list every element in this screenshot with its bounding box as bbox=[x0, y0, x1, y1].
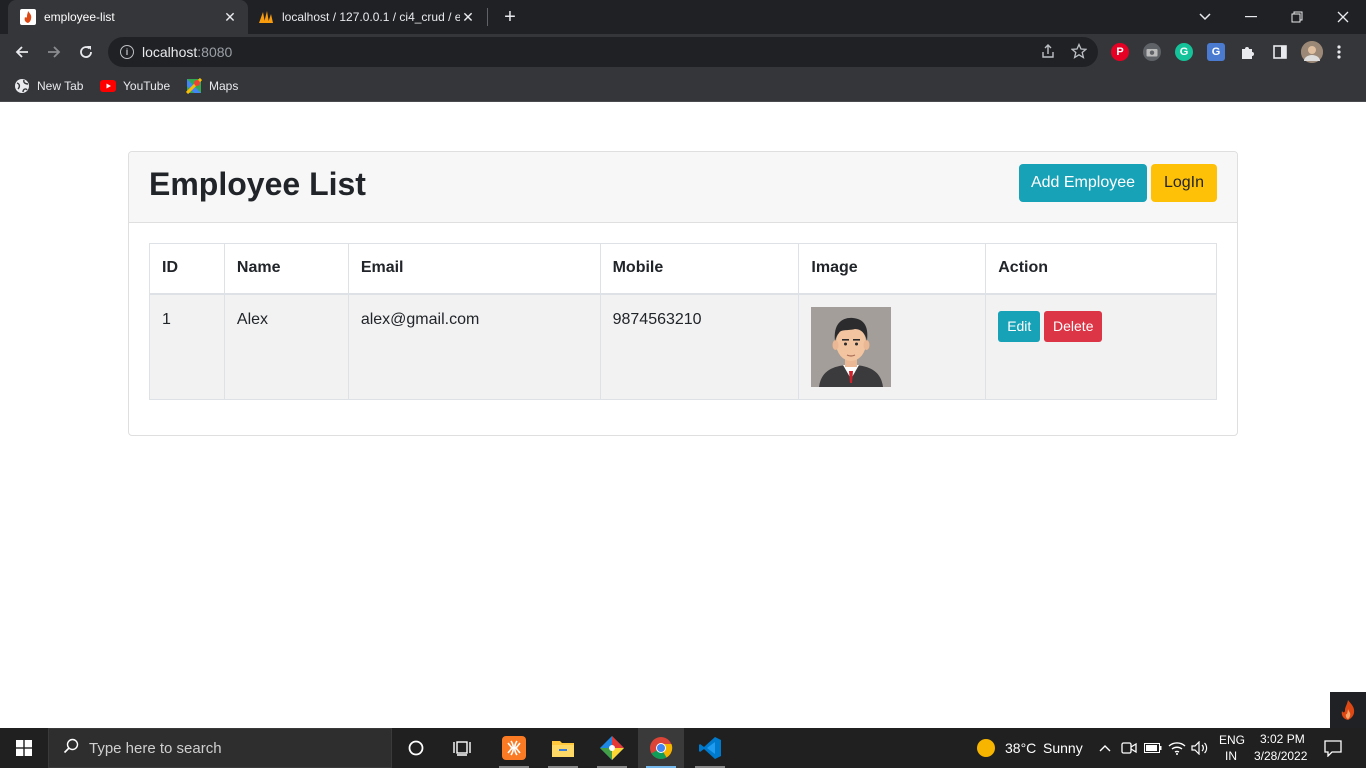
bookmark-label: Maps bbox=[209, 79, 239, 93]
weather-temperature[interactable]: 38°C bbox=[1005, 740, 1036, 756]
sun-weather-icon[interactable] bbox=[976, 738, 996, 758]
grammarly-extension-icon[interactable]: G bbox=[1175, 43, 1193, 61]
clock-date[interactable]: 3/28/2022 bbox=[1254, 749, 1307, 763]
phpmyadmin-icon bbox=[258, 9, 274, 25]
git-kraken-icon[interactable] bbox=[589, 728, 635, 768]
weather-condition[interactable]: Sunny bbox=[1043, 740, 1083, 756]
bookmark-label: New Tab bbox=[37, 79, 84, 93]
translate-extension-icon[interactable]: G bbox=[1207, 43, 1225, 61]
table-header-row: ID Name Email Mobile Image Action bbox=[149, 243, 1217, 295]
cell-email: alex@gmail.com bbox=[347, 293, 601, 400]
cell-image bbox=[798, 293, 987, 400]
youtube-icon bbox=[100, 78, 116, 94]
tab-divider bbox=[487, 8, 488, 26]
cell-id: 1 bbox=[149, 293, 225, 400]
bookmarks-bar: New Tab YouTube Maps bbox=[0, 70, 1366, 102]
tab-employee-list[interactable]: employee-list ✕ bbox=[8, 0, 248, 34]
windows-taskbar: Type here to search 38°C Sunny ENG IN 3:… bbox=[0, 728, 1366, 768]
maps-icon bbox=[186, 78, 202, 94]
employee-table: ID Name Email Mobile Image Action 1 Alex… bbox=[149, 243, 1217, 400]
camera-extension-icon[interactable] bbox=[1143, 43, 1161, 61]
browser-tab-strip: employee-list ✕ localhost / 127.0.0.1 / … bbox=[0, 0, 1366, 34]
profile-avatar[interactable] bbox=[1301, 41, 1323, 63]
bookmark-maps[interactable]: Maps bbox=[186, 76, 238, 96]
chrome-menu-icon[interactable] bbox=[1334, 43, 1344, 61]
table-row: 1 Alex alex@gmail.com 9874563210 Edit De… bbox=[149, 293, 1217, 400]
bookmark-star-icon[interactable] bbox=[1070, 42, 1088, 60]
codeigniter-debug-toolbar-icon[interactable] bbox=[1330, 692, 1366, 728]
address-url: localhost:8080 bbox=[142, 44, 233, 60]
windows-start-icon[interactable] bbox=[0, 728, 48, 768]
search-icon bbox=[63, 738, 79, 759]
forward-arrow-icon[interactable] bbox=[41, 39, 67, 65]
minimize-icon[interactable] bbox=[1228, 0, 1274, 34]
volume-icon[interactable] bbox=[1191, 739, 1209, 757]
cell-action: Edit Delete bbox=[985, 293, 1217, 400]
cortana-icon[interactable] bbox=[393, 728, 439, 768]
add-employee-button[interactable]: Add Employee bbox=[1019, 164, 1147, 202]
clock-time[interactable]: 3:02 PM bbox=[1260, 732, 1305, 746]
extensions-puzzle-icon[interactable] bbox=[1239, 43, 1257, 61]
pinterest-extension-icon[interactable]: P bbox=[1111, 43, 1129, 61]
column-header-image: Image bbox=[798, 243, 987, 295]
side-panel-icon[interactable] bbox=[1271, 43, 1289, 61]
meet-now-icon[interactable] bbox=[1120, 739, 1138, 757]
column-header-email: Email bbox=[347, 243, 601, 295]
restore-icon[interactable] bbox=[1274, 0, 1320, 34]
taskbar-search-input[interactable]: Type here to search bbox=[48, 728, 392, 768]
tab-phpmyadmin[interactable]: localhost / 127.0.0.1 / ci4_crud / e ✕ bbox=[250, 0, 486, 34]
chrome-icon[interactable] bbox=[638, 728, 684, 768]
globe-icon bbox=[14, 78, 30, 94]
tab-title: employee-list bbox=[44, 10, 115, 24]
task-view-icon[interactable] bbox=[440, 728, 486, 768]
employee-avatar bbox=[811, 306, 892, 387]
battery-icon[interactable] bbox=[1144, 739, 1162, 757]
tab-title: localhost / 127.0.0.1 / ci4_crud / e bbox=[282, 10, 460, 24]
language-indicator[interactable]: ENG bbox=[1219, 733, 1245, 747]
new-tab-icon[interactable]: + bbox=[498, 5, 522, 29]
address-bar[interactable]: i localhost:8080 bbox=[108, 37, 1098, 67]
browser-toolbar: i localhost:8080 P G G bbox=[0, 34, 1366, 70]
cell-mobile: 9874563210 bbox=[599, 293, 800, 400]
site-info-icon[interactable]: i bbox=[120, 45, 134, 59]
wifi-icon[interactable] bbox=[1168, 739, 1186, 757]
bookmark-new-tab[interactable]: New Tab bbox=[14, 76, 83, 96]
employee-card: Employee List Add Employee LogIn ID Name… bbox=[128, 151, 1238, 436]
vscode-icon[interactable] bbox=[687, 728, 733, 768]
delete-button[interactable]: Delete bbox=[1044, 310, 1103, 342]
notifications-icon[interactable] bbox=[1323, 738, 1343, 758]
edit-button[interactable]: Edit bbox=[998, 310, 1041, 342]
bookmark-label: YouTube bbox=[123, 79, 171, 93]
column-header-action: Action bbox=[985, 243, 1217, 295]
close-tab-icon[interactable]: ✕ bbox=[222, 9, 238, 25]
share-icon[interactable] bbox=[1039, 42, 1057, 60]
login-button[interactable]: LogIn bbox=[1151, 164, 1217, 202]
search-placeholder: Type here to search bbox=[89, 739, 222, 757]
card-header: Employee List Add Employee LogIn bbox=[129, 152, 1237, 223]
tab-search-chevron-icon[interactable] bbox=[1182, 0, 1228, 34]
reload-icon[interactable] bbox=[73, 39, 99, 65]
region-indicator[interactable]: IN bbox=[1225, 749, 1237, 763]
close-tab-icon[interactable]: ✕ bbox=[460, 9, 476, 25]
column-header-mobile: Mobile bbox=[599, 243, 800, 295]
chevron-up-icon[interactable] bbox=[1096, 739, 1114, 757]
column-header-name: Name bbox=[223, 243, 349, 295]
column-header-id: ID bbox=[149, 243, 225, 295]
back-arrow-icon[interactable] bbox=[9, 39, 35, 65]
file-explorer-icon[interactable] bbox=[540, 728, 586, 768]
xampp-icon[interactable] bbox=[491, 728, 537, 768]
page-title: Employee List bbox=[149, 166, 366, 202]
bookmark-youtube[interactable]: YouTube bbox=[100, 76, 170, 96]
codeigniter-flame-icon bbox=[20, 9, 36, 25]
cell-name: Alex bbox=[223, 293, 349, 400]
close-window-icon[interactable] bbox=[1320, 0, 1366, 34]
